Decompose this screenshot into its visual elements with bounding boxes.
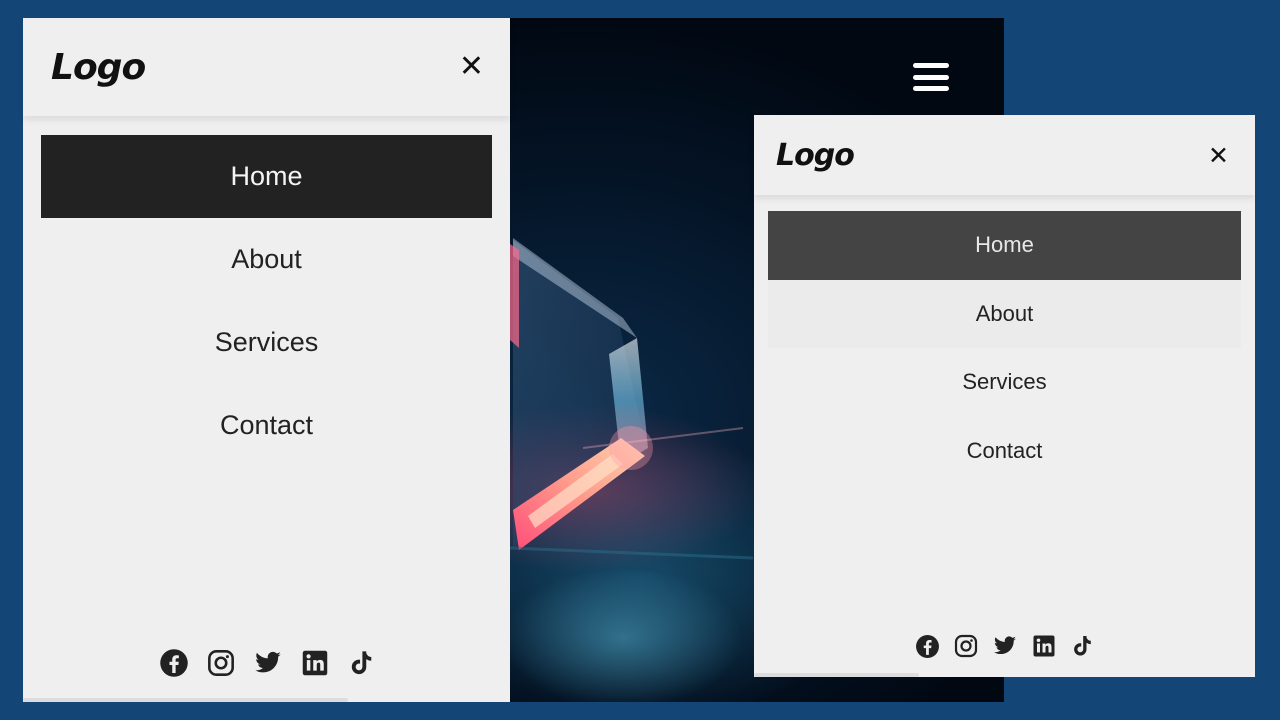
logo[interactable]: Logo — [51, 47, 146, 88]
logo[interactable]: Logo — [776, 138, 855, 173]
instagram-icon[interactable] — [954, 634, 978, 658]
tiktok-icon[interactable] — [347, 648, 375, 678]
nav-item-contact[interactable]: Contact — [768, 417, 1241, 486]
twitter-icon[interactable] — [992, 634, 1018, 658]
hamburger-line — [913, 63, 949, 68]
nav-item-about[interactable]: About — [41, 218, 492, 301]
close-icon[interactable]: ✕ — [1208, 143, 1229, 168]
nav-item-services[interactable]: Services — [41, 301, 492, 384]
nav-item-contact[interactable]: Contact — [41, 384, 492, 467]
linkedin-icon[interactable] — [1032, 634, 1056, 658]
sidebar-header: Logo ✕ — [23, 18, 510, 116]
scrollbar[interactable] — [23, 698, 348, 702]
twitter-icon[interactable] — [253, 649, 283, 677]
instagram-icon[interactable] — [207, 649, 235, 677]
nav-item-services[interactable]: Services — [768, 348, 1241, 417]
nav-item-home[interactable]: Home — [41, 135, 492, 218]
nav-item-about[interactable]: About — [768, 279, 1241, 348]
facebook-icon[interactable] — [915, 634, 940, 659]
nav-item-home[interactable]: Home — [768, 211, 1241, 280]
sidebar-menu-large: Logo ✕ Home About Services Contact — [23, 18, 510, 702]
scrollbar[interactable] — [754, 673, 919, 677]
hamburger-menu-icon[interactable] — [911, 60, 951, 94]
hamburger-line — [913, 74, 949, 80]
nav-menu: Home About Services Contact — [23, 116, 510, 467]
sidebar-menu-small: Logo ✕ Home About Services Contact — [754, 115, 1255, 677]
social-links — [754, 633, 1255, 659]
nav-menu: Home About Services Contact — [754, 195, 1255, 485]
sidebar-header: Logo ✕ — [754, 115, 1255, 195]
tiktok-icon[interactable] — [1070, 633, 1094, 659]
hamburger-line — [913, 86, 949, 91]
linkedin-icon[interactable] — [301, 649, 329, 677]
facebook-icon[interactable] — [159, 648, 189, 678]
social-links — [23, 648, 510, 678]
close-icon[interactable]: ✕ — [459, 52, 484, 82]
